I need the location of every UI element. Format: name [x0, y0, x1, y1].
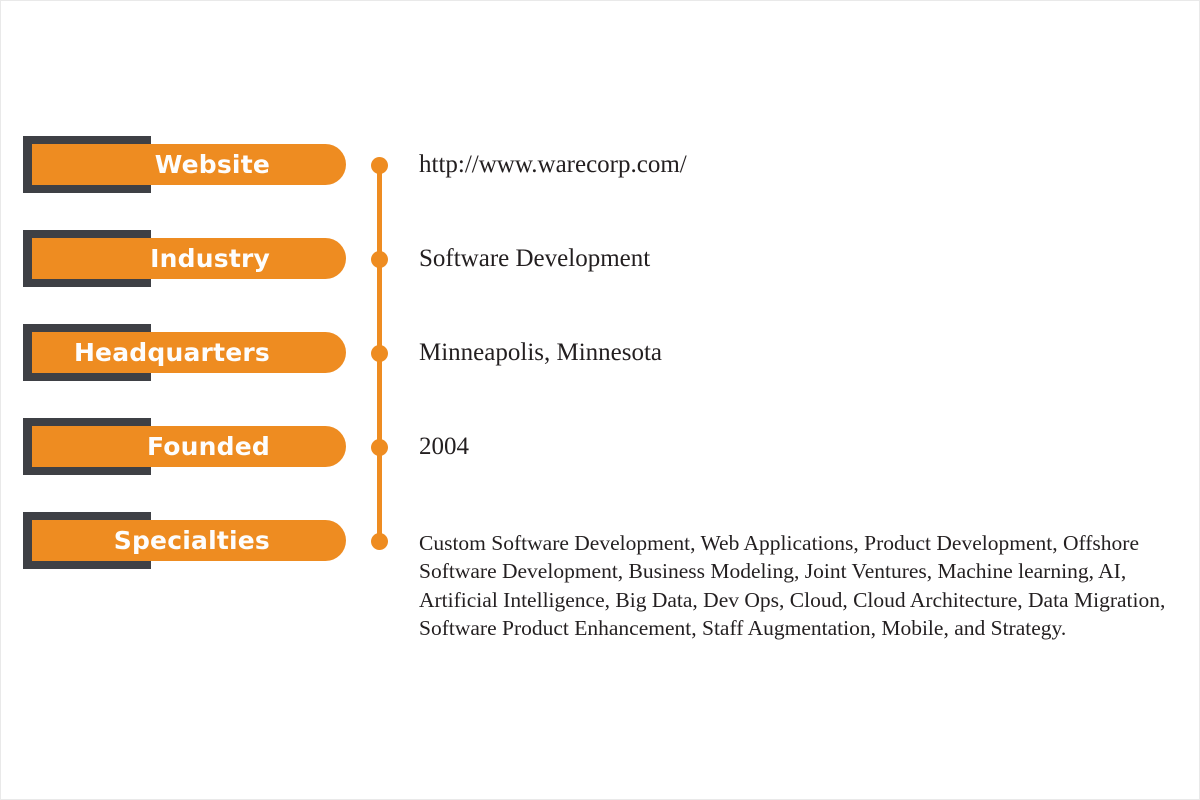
label-text-headquarters: Headquarters: [73, 338, 270, 367]
value-headquarters: Minneapolis, Minnesota: [419, 339, 663, 366]
label-text-website: Website: [154, 150, 270, 179]
timeline-dot-industry: [371, 251, 388, 268]
timeline-dot-headquarters: [371, 345, 388, 362]
label-pill-specialties[interactable]: Specialties: [32, 520, 346, 561]
infographic-canvas: Website http://www.warecorp.com/ Industr…: [0, 0, 1200, 800]
label-text-founded: Founded: [147, 432, 270, 461]
value-website: http://www.warecorp.com/: [419, 151, 687, 178]
label-pill-headquarters[interactable]: Headquarters: [32, 332, 346, 373]
value-founded: 2004: [419, 433, 469, 460]
value-industry: Software Development: [419, 245, 651, 272]
timeline-dot-founded: [371, 439, 388, 456]
timeline-dot-specialties: [371, 533, 388, 550]
label-pill-website[interactable]: Website: [32, 144, 346, 185]
timeline-dot-website: [371, 157, 388, 174]
label-text-industry: Industry: [150, 244, 270, 273]
label-pill-industry[interactable]: Industry: [32, 238, 346, 279]
label-text-specialties: Specialties: [113, 526, 270, 555]
label-pill-founded[interactable]: Founded: [32, 426, 346, 467]
value-specialties: Custom Software Development, Web Applica…: [419, 531, 1166, 641]
